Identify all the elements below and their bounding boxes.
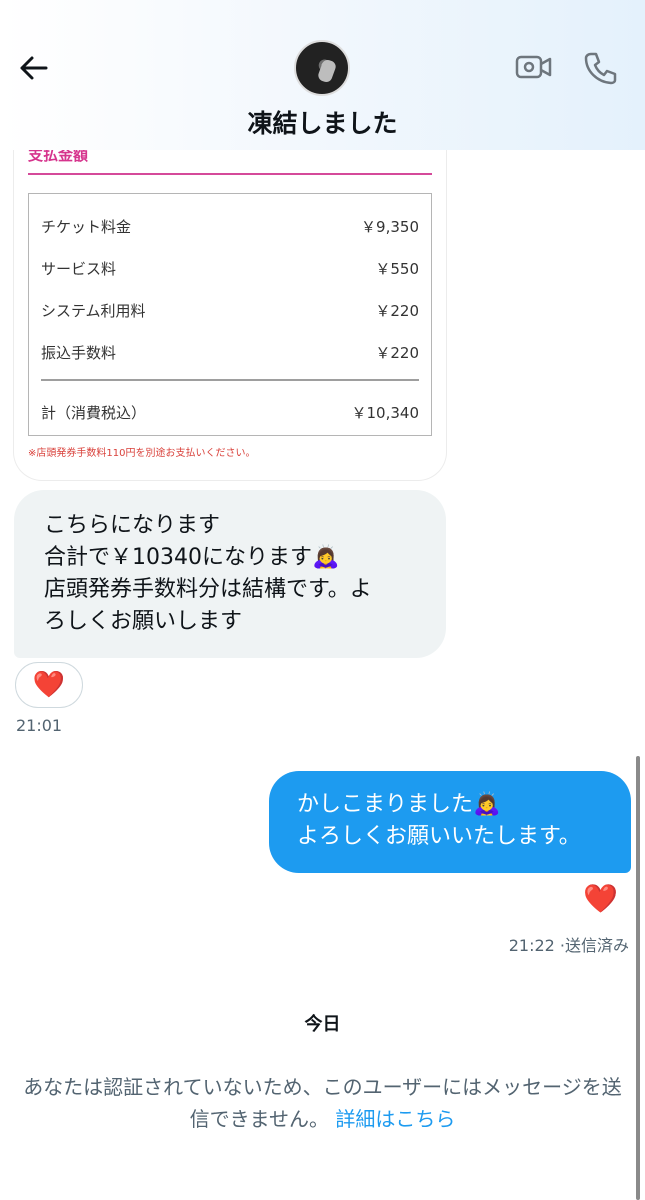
message-line: かしこまりました🙇‍♀️ (297, 792, 501, 817)
total-amount: ￥10,340 (351, 404, 420, 422)
fee-amount: ￥220 (375, 302, 419, 320)
message-line: ろしくお願いします (44, 609, 243, 634)
fee-label: サービス料 (41, 260, 117, 278)
fee-row: チケット料金 ￥9,350 (41, 216, 419, 237)
bowing-person-icon: 🙇‍♀️ (473, 792, 501, 817)
unverified-notice: あなたは認証されていないため、このユーザーにはメッセージを送信できません。 詳細… (23, 1075, 622, 1131)
fee-row: サービス料 ￥550 (41, 258, 419, 279)
message-time: 21:01 (16, 716, 63, 735)
learn-more-link[interactable]: 詳細はこちら (335, 1107, 455, 1131)
bowing-person-icon: 🙇‍♀️ (312, 545, 340, 570)
fee-amount: ￥550 (375, 260, 419, 278)
receipt-image[interactable]: 支払金額 チケット料金 ￥9,350 サービス料 ￥550 システム利用料 ￥2… (14, 110, 446, 480)
fee-row: システム利用料 ￥220 (41, 300, 419, 321)
divider (41, 379, 419, 381)
receipt-note: ※店頭発券手数料110円を別途お支払いください。 (28, 448, 256, 459)
fee-amount: ￥220 (375, 344, 419, 362)
total-label: 計（消費税込） (41, 404, 147, 422)
fee-label: 振込手数料 (41, 344, 117, 362)
message-line: こちらになります (44, 513, 221, 538)
message-line: 合計で￥10340になります🙇‍♀️ (44, 545, 340, 570)
chat-title: 凍結しました (247, 109, 398, 138)
total-row: 計（消費税込） ￥10,340 (41, 402, 419, 423)
avatar[interactable] (294, 40, 350, 96)
chat-header: 凍結しました (0, 0, 645, 150)
divider (28, 173, 432, 175)
video-camera-icon[interactable] (515, 50, 553, 84)
fee-label: チケット料金 (41, 218, 132, 236)
message-line: よろしくお願いいたします。 (297, 824, 581, 849)
heart-reaction[interactable]: ❤️ (583, 882, 618, 915)
day-separator: 今日 (304, 1014, 341, 1035)
message-line: 店頭発券手数料分は結構です。よ (44, 577, 372, 602)
fee-table: チケット料金 ￥9,350 サービス料 ￥550 システム利用料 ￥220 振込… (28, 193, 432, 436)
fee-label: システム利用料 (41, 302, 146, 320)
incoming-message[interactable]: こちらになります 合計で￥10340になります🙇‍♀️ 店頭発券手数料分は結構で… (14, 490, 446, 658)
fee-row: 振込手数料 ￥220 (41, 342, 419, 363)
message-status: 21:22 ·送信済み (508, 936, 629, 955)
arrow-left-icon[interactable] (16, 50, 52, 86)
fee-amount: ￥9,350 (361, 218, 419, 236)
heart-reaction[interactable]: ❤️ (15, 662, 83, 708)
scrollbar[interactable] (636, 756, 640, 1200)
outgoing-message[interactable]: かしこまりました🙇‍♀️ よろしくお願いいたします。 (269, 771, 631, 873)
phone-icon[interactable] (582, 50, 618, 86)
